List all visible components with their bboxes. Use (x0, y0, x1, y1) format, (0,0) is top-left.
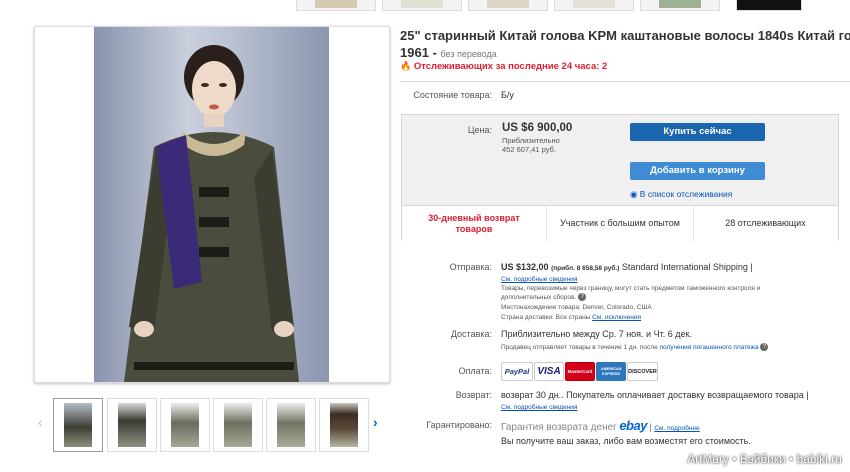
visa-logo: VISA (534, 362, 564, 381)
chevron-right-icon[interactable]: › (373, 414, 378, 430)
customs-note: Товары, перевозимые через границу, могут… (501, 284, 791, 302)
shipping-label: Отправка: (449, 262, 492, 272)
delivery-note-text: Продавец отправляет товары в течение 1 д… (501, 344, 658, 351)
amex-logo: AMERICAN EXPRESS (596, 362, 626, 381)
watchers-alert-text: Отслеживающих за последние 24 часа: 2 (413, 61, 608, 72)
returns-label: Возврат: (455, 390, 492, 400)
main-product-image[interactable] (34, 26, 390, 383)
top-item-thumb[interactable] (468, 0, 548, 11)
flame-icon: 🔥 (400, 61, 412, 71)
watchers-alert: 🔥 Отслеживающих за последние 24 часа: 2 (400, 61, 607, 72)
customs-note-text: Товары, перевозимые через границу, могут… (501, 285, 761, 301)
gallery-thumb[interactable] (319, 398, 369, 452)
exclusions-link[interactable]: См. исключения (592, 314, 641, 321)
condition-label: Состояние товара: (413, 90, 492, 100)
amex-text: AMERICAN EXPRESS (601, 366, 622, 376)
thumb-image (118, 403, 146, 447)
title-year: 1961 - (400, 45, 437, 60)
condition-value: Б/у (501, 90, 514, 100)
guarantee-text: Гарантия возврата денег (501, 422, 617, 433)
top-item-thumb[interactable] (736, 0, 802, 11)
paypal-logo: PayPal (501, 362, 533, 381)
guarantee-note: Вы получите ваш заказ, либо вам возместя… (501, 436, 751, 446)
guarantee-separator: | (649, 422, 652, 432)
question-icon[interactable]: ? (760, 343, 769, 352)
ships-to: Страна доставки: Все страны См. исключен… (501, 313, 641, 322)
top-item-thumb[interactable] (382, 0, 462, 11)
question-icon[interactable]: ? (578, 293, 587, 302)
gallery-thumb[interactable] (160, 398, 210, 452)
shipping-price: US $132,00 (501, 262, 549, 272)
guarantee-line: Гарантия возврата денег ebay | См. подро… (501, 418, 700, 433)
shipping-line: US $132,00 (прибл. 8 658,58 руб.) Standa… (501, 262, 753, 272)
price-approx-label: Приблизительно (502, 136, 560, 145)
watchers-count: 28 отслеживающих (725, 218, 806, 228)
item-location: Местонахождение товара: Denver, Colorado… (501, 304, 652, 311)
divider (400, 81, 850, 82)
price-label: Цена: (467, 125, 492, 135)
returns-badge[interactable]: 30-дневный возврат товаров (402, 206, 547, 241)
price-value: US $6 900,00 (502, 122, 573, 134)
top-item-thumb[interactable] (554, 0, 634, 11)
delivery-note: Продавец отправляет товары в течение 1 д… (501, 343, 769, 352)
add-to-cart-button[interactable]: Добавить в корзину (630, 162, 765, 180)
buy-now-button[interactable]: Купить сейчас (630, 123, 765, 141)
top-item-image (487, 0, 529, 8)
gallery-thumb[interactable] (107, 398, 157, 452)
thumb-image (171, 403, 199, 447)
watchlist-link[interactable]: ◉ В список отслеживания (630, 189, 732, 200)
delivery-text: Приблизительно между Ср. 7 ноя. и Чт. 6 … (501, 329, 692, 339)
discover-logo: DISCOVER (627, 362, 658, 381)
title-line-1: 25" старинный Китай голова KPM каштановы… (400, 28, 850, 43)
mastercard-logo: MasterCard (565, 362, 595, 381)
listing-title: 25" старинный Китай голова KPM каштановы… (400, 27, 850, 63)
eye-icon: ◉ (630, 189, 638, 199)
info-strip: 30-дневный возврат товаров Участник с бо… (402, 205, 838, 241)
watchlist-text: В список отслеживания (639, 189, 733, 199)
top-item-image (401, 0, 443, 8)
shipping-details-link[interactable]: См. подробные сведения (501, 275, 577, 284)
mastercard-text: MasterCard (567, 369, 593, 374)
price-approx-value: 452 607,41 руб. (502, 145, 556, 154)
gallery-thumb[interactable] (53, 398, 103, 452)
thumb-image (224, 403, 252, 447)
seller-badge: Участник с большим опытом (547, 206, 694, 241)
doll-photo (94, 27, 329, 382)
top-item-image (573, 0, 615, 8)
shipping-service: Standard International Shipping | (621, 262, 753, 272)
doll-illustration (124, 45, 299, 382)
buy-box: Цена: US $6 900,00 Приблизительно 452 60… (401, 114, 839, 241)
watermark: ArtMary • Бэйбики • babiki.ru (687, 454, 842, 466)
guarantee-details-link[interactable]: См. подробнее (654, 425, 699, 432)
delivery-label: Доставка: (450, 329, 492, 339)
payment-received-link[interactable]: получения погашенного платежа (660, 344, 759, 351)
guarantee-label: Гарантировано: (426, 420, 492, 430)
thumb-image (277, 403, 305, 447)
thumb-image (330, 403, 358, 447)
payment-label: Оплата: (458, 366, 492, 376)
chevron-left-icon[interactable]: ‹ (38, 414, 43, 430)
title-translation-note: без перевода (440, 49, 497, 59)
ebay-logo: ebay (619, 418, 647, 433)
top-item-image (659, 0, 701, 8)
gallery-thumb[interactable] (213, 398, 263, 452)
gallery-thumb[interactable] (266, 398, 316, 452)
returns-details-link[interactable]: См. подробные сведения (501, 403, 577, 412)
ships-to-text: Страна доставки: Все страны (501, 314, 591, 321)
top-item-image (315, 0, 357, 8)
top-item-thumb[interactable] (296, 0, 376, 11)
returns-text: возврат 30 дн.. Покупатель оплачивает до… (501, 390, 809, 400)
top-item-thumb[interactable] (640, 0, 720, 11)
shipping-approx: (прибл. 8 658,58 руб.) (551, 265, 620, 272)
thumb-image (64, 403, 92, 447)
